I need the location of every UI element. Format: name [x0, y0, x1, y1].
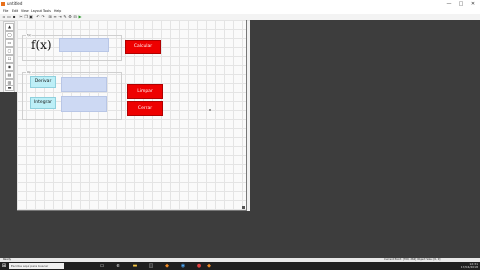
system-clock[interactable]: 12:31 17/04/2018: [440, 262, 478, 270]
slider-tool-icon[interactable]: ▭: [5, 39, 14, 47]
windows-start-icon[interactable]: ⊞: [1, 263, 7, 269]
checkbox-tool-icon[interactable]: ☐: [5, 55, 14, 63]
cerrar-button[interactable]: Cerrar: [127, 101, 163, 116]
select-tool-icon[interactable]: ▲: [5, 23, 14, 31]
copy-icon[interactable]: ❐: [24, 15, 28, 19]
static-text-tool-icon[interactable]: ▤: [5, 71, 14, 79]
run-icon[interactable]: ▶: [78, 15, 82, 19]
workspace-background-bottom: [17, 211, 250, 258]
cursor-icon: [209, 109, 211, 111]
calcular-button[interactable]: Calcular: [125, 40, 161, 54]
browser-icon[interactable]: ⊟: [73, 15, 77, 19]
title-bar: untitled — □ ✕: [0, 0, 480, 8]
maximize-button[interactable]: □: [455, 0, 467, 8]
operations-panel-title: Op: [26, 71, 32, 74]
menu-editor-icon[interactable]: ≡: [53, 15, 57, 19]
taskbar-search-placeholder: Escribe aquí para buscar: [11, 264, 49, 268]
derivar-output[interactable]: [61, 77, 107, 92]
new-icon[interactable]: ▫: [2, 15, 6, 19]
window-title: untitled: [7, 1, 23, 6]
app3-taskbar-icon[interactable]: ◆: [206, 263, 212, 269]
edge-icon[interactable]: e: [115, 263, 121, 269]
component-palette: ▲ ◯ ▭ ▢ ☐ ◉ ▤ ▥ ▬: [3, 21, 15, 93]
minimize-button[interactable]: —: [443, 0, 455, 8]
save-icon[interactable]: ▪: [12, 15, 16, 19]
screen: untitled — □ ✕ File Edit View Layout Too…: [0, 0, 480, 270]
open-icon[interactable]: ▭: [7, 15, 11, 19]
editor-icon[interactable]: ✎: [63, 15, 67, 19]
integrar-output[interactable]: [61, 96, 107, 112]
integrar-button[interactable]: Integrar: [30, 97, 56, 109]
file-explorer-icon[interactable]: ▬: [132, 263, 138, 269]
function-input[interactable]: [59, 38, 109, 52]
workspace-background: [250, 20, 480, 258]
workspace-background-left: [0, 92, 17, 258]
listbox-tool-icon[interactable]: ▬: [5, 85, 14, 91]
task-view-icon[interactable]: ▭: [99, 263, 105, 269]
redo-icon[interactable]: ↷: [41, 15, 45, 19]
align-icon[interactable]: ⊞: [48, 15, 52, 19]
store-icon[interactable]: ◫: [148, 263, 154, 269]
clock-date: 17/04/2018: [460, 265, 478, 269]
derivar-button[interactable]: Derivar: [30, 76, 56, 88]
close-button[interactable]: ✕: [467, 0, 479, 8]
undo-icon[interactable]: ↶: [36, 15, 40, 19]
resize-handle[interactable]: [242, 206, 245, 209]
edit-text-tool-icon[interactable]: ◉: [5, 63, 14, 71]
push-button-tool-icon[interactable]: ◯: [5, 31, 14, 39]
limpar-button[interactable]: Limpar: [127, 84, 163, 99]
taskbar-search-box[interactable]: Escribe aquí para buscar: [9, 263, 64, 269]
matlab-guide-icon: [1, 2, 5, 6]
inspector-icon[interactable]: ⚙: [68, 15, 72, 19]
radio-tool-icon[interactable]: ▢: [5, 47, 14, 55]
paste-icon[interactable]: ▣: [29, 15, 33, 19]
app2-taskbar-icon[interactable]: ●: [196, 263, 202, 269]
taskbar: [0, 262, 480, 270]
function-panel-title: f(x): [26, 34, 33, 37]
tab-order-icon[interactable]: ⇥: [58, 15, 62, 19]
fx-label: f(x): [31, 38, 52, 52]
matlab-taskbar-icon[interactable]: ◆: [164, 263, 170, 269]
app-taskbar-icon[interactable]: ◉: [180, 263, 186, 269]
layout-grid[interactable]: f(x) f(x) Calcular Op Derivar Integrar L…: [17, 20, 247, 211]
cut-icon[interactable]: ✂: [19, 15, 23, 19]
